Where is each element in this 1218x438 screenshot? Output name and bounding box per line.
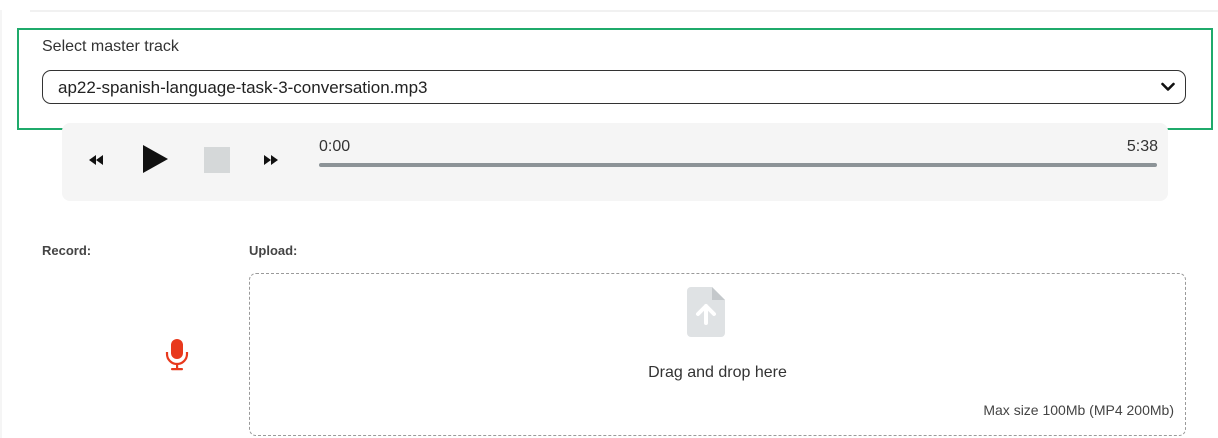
play-icon[interactable] <box>140 143 170 175</box>
master-track-selected-value: ap22-spanish-language-task-3-conversatio… <box>58 78 428 97</box>
upload-dropzone[interactable]: Drag and drop here Max size 100Mb (MP4 2… <box>249 273 1186 436</box>
stop-icon[interactable] <box>204 147 230 173</box>
microphone-icon[interactable] <box>160 336 194 372</box>
record-label: Record: <box>42 243 92 258</box>
total-time: 5:38 <box>1126 138 1158 155</box>
rewind-icon[interactable] <box>86 150 106 170</box>
progress-bar[interactable] <box>319 163 1157 167</box>
upload-label: Upload: <box>249 243 298 258</box>
file-upload-icon <box>687 287 725 337</box>
fast-forward-icon[interactable] <box>261 150 281 170</box>
top-divider <box>30 10 1218 12</box>
left-border <box>0 10 2 438</box>
audio-recorder-panel: Select master track ap22-spanish-languag… <box>0 0 1218 438</box>
current-time: 0:00 <box>319 138 351 155</box>
chevron-down-icon <box>1161 82 1175 91</box>
max-size-note: Max size 100Mb (MP4 200Mb) <box>983 402 1174 418</box>
master-track-label: Select master track <box>42 38 179 55</box>
audio-player: 0:00 5:38 <box>62 123 1168 201</box>
master-track-select[interactable]: ap22-spanish-language-task-3-conversatio… <box>42 70 1186 104</box>
drop-instructions: Drag and drop here <box>648 364 787 381</box>
